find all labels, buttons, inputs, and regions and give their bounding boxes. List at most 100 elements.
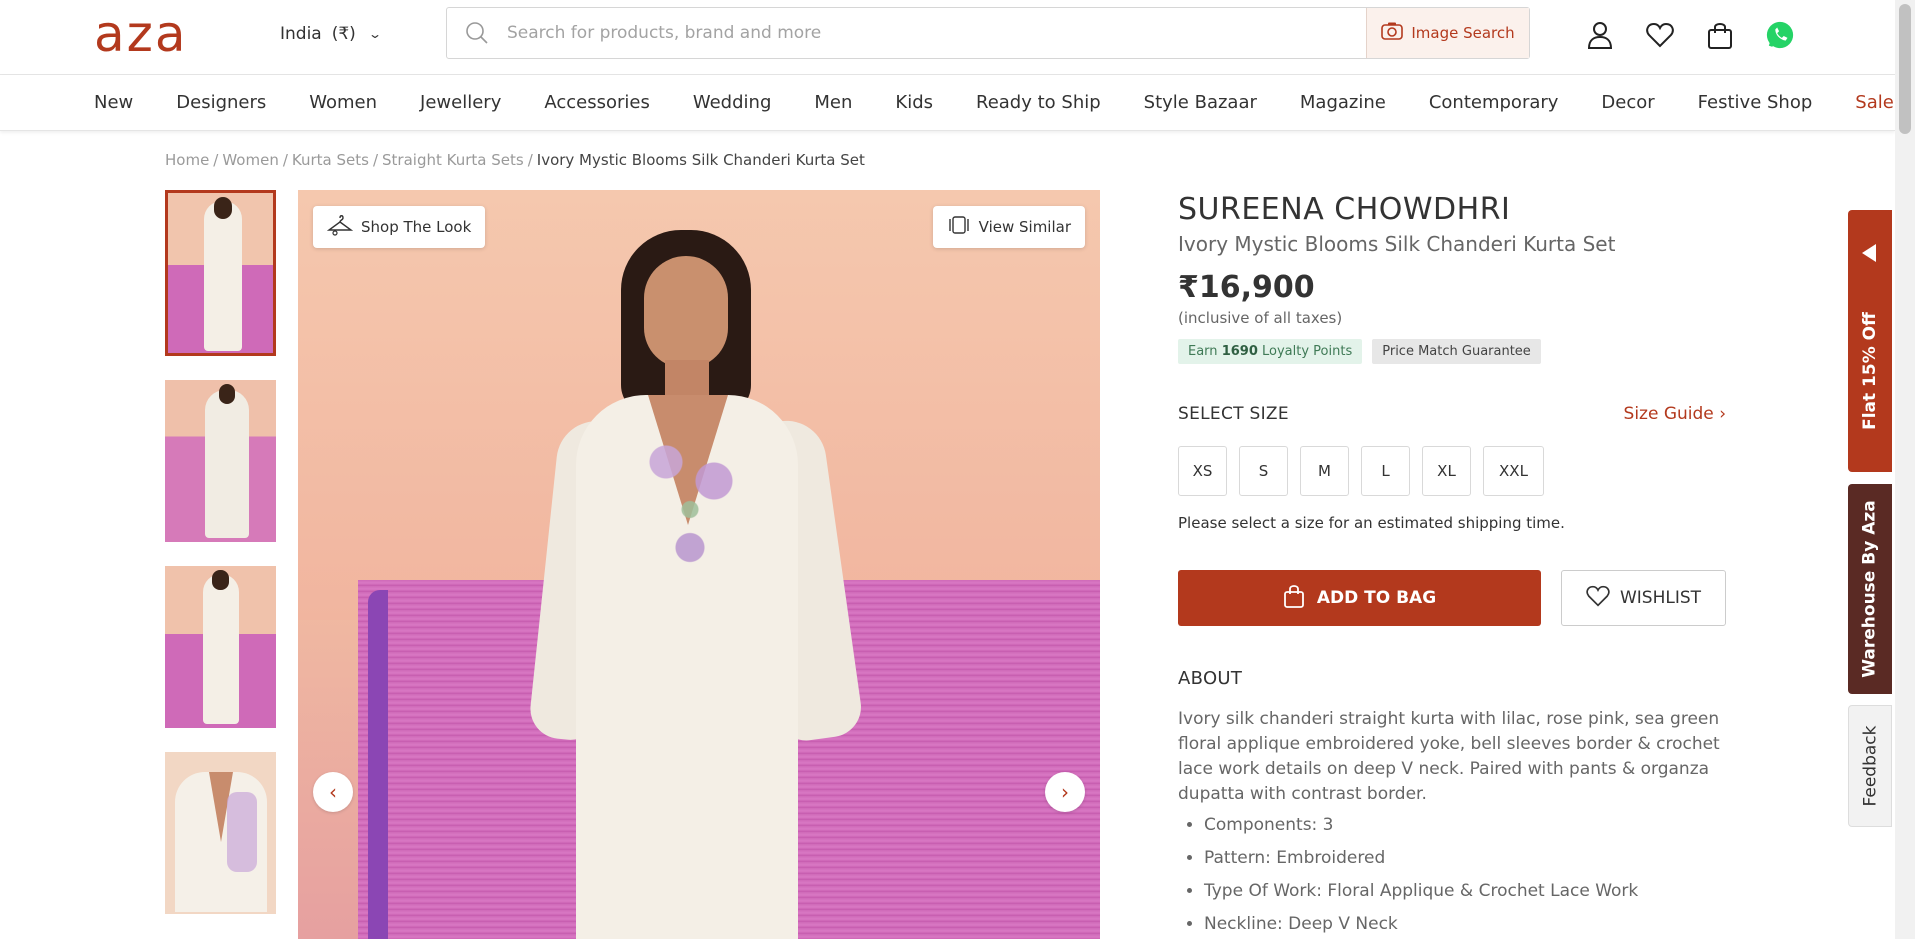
size-option-xs[interactable]: XS [1178, 446, 1227, 496]
product-main-image[interactable]: Shop The Look View Similar ‹ › [298, 190, 1100, 939]
loyalty-badge: Earn 1690 Loyalty Points [1178, 339, 1363, 364]
whatsapp-icon[interactable] [1765, 20, 1795, 50]
breadcrumb-kurta-sets[interactable]: Kurta Sets [292, 151, 369, 169]
spec-item: Type Of Work: Floral Applique & Crochet … [1204, 875, 1726, 908]
main-nav: New Designers Women Jewellery Accessorie… [0, 75, 1895, 131]
breadcrumb: Home / Women / Kurta Sets / Straight Kurta Set… [165, 151, 865, 169]
designer-name[interactable]: SUREENA CHOWDHRI [1178, 190, 1726, 230]
nav-item-designers[interactable]: Designers [176, 92, 266, 113]
bag-icon[interactable] [1705, 20, 1735, 50]
feedback-side-tab[interactable]: Feedback [1848, 705, 1892, 827]
heart-icon[interactable] [1645, 20, 1675, 50]
nav-item-festive-shop[interactable]: Festive Shop [1698, 92, 1813, 113]
product-price: ₹16,900 [1178, 270, 1315, 305]
page-scrollbar[interactable] [1895, 0, 1915, 939]
nav-item-men[interactable]: Men [814, 92, 852, 113]
breadcrumb-current: Ivory Mystic Blooms Silk Chanderi Kurta … [536, 151, 865, 169]
size-option-xxl[interactable]: XXL [1483, 446, 1544, 496]
header-icons [1585, 20, 1795, 50]
spec-list: Components: 3 Pattern: Embroidered Type … [1204, 809, 1726, 939]
shop-the-look-button[interactable]: Shop The Look [313, 206, 486, 248]
nav-item-magazine[interactable]: Magazine [1300, 92, 1386, 113]
thumbnail-3[interactable] [165, 566, 276, 728]
loyalty-points: 1690 [1221, 344, 1258, 359]
scrollbar-thumb[interactable] [1899, 4, 1911, 134]
size-guide-link[interactable]: Size Guide › [1624, 404, 1726, 424]
nav-item-decor[interactable]: Decor [1601, 92, 1654, 113]
image-search-button[interactable]: Image Search [1366, 8, 1529, 58]
product-info: SUREENA CHOWDHRI Ivory Mystic Blooms Sil… [1178, 190, 1726, 939]
loyalty-prefix: Earn [1188, 344, 1218, 359]
offer-side-tab[interactable]: Flat 15% Off [1848, 210, 1892, 472]
country-label: India [280, 24, 322, 44]
shop-the-look-label: Shop The Look [361, 218, 472, 236]
hanger-icon [326, 214, 354, 240]
size-options: XS S M L XL XXL [1178, 446, 1726, 496]
next-image-button[interactable]: › [1045, 772, 1085, 812]
image-search-label: Image Search [1411, 24, 1515, 42]
breadcrumb-straight-kurta-sets[interactable]: Straight Kurta Sets [382, 151, 524, 169]
wishlist-label: WISHLIST [1619, 588, 1702, 608]
taxes-note: (inclusive of all taxes) [1178, 309, 1343, 327]
prev-image-button[interactable]: ‹ [313, 772, 353, 812]
about-text: Ivory silk chanderi straight kurta with … [1178, 709, 1720, 804]
camera-icon [1381, 22, 1404, 44]
size-option-l[interactable]: L [1361, 446, 1410, 496]
nav-item-ready-to-ship[interactable]: Ready to Ship [976, 92, 1101, 113]
breadcrumb-home[interactable]: Home [165, 151, 209, 169]
search-icon [447, 21, 507, 45]
thumbnail-2[interactable] [165, 380, 276, 542]
breadcrumb-women[interactable]: Women [222, 151, 278, 169]
country-selector[interactable]: India (₹) ⌄ [280, 24, 382, 44]
thumbnail-4[interactable] [165, 752, 276, 914]
heart-icon [1586, 585, 1610, 612]
product-name: Ivory Mystic Blooms Silk Chanderi Kurta … [1178, 232, 1616, 256]
warehouse-tab-label: Warehouse By Aza [1860, 500, 1880, 678]
about-heading: ABOUT [1178, 668, 1243, 689]
spec-item: Components: 3 [1204, 809, 1726, 842]
nav-item-wedding[interactable]: Wedding [693, 92, 772, 113]
offer-tab-label: Flat 15% Off [1860, 312, 1881, 430]
thumbnail-list [165, 190, 276, 938]
warehouse-side-tab[interactable]: Warehouse By Aza [1848, 484, 1892, 694]
wishlist-button[interactable]: WISHLIST [1561, 570, 1726, 626]
feedback-tab-label: Feedback [1860, 725, 1880, 807]
shipping-note: Please select a size for an estimated sh… [1178, 514, 1565, 532]
bag-icon [1283, 584, 1305, 613]
nav-item-women[interactable]: Women [309, 92, 377, 113]
triangle-left-icon [1862, 244, 1876, 262]
search-input[interactable] [507, 8, 1366, 58]
chevron-down-icon: ⌄ [367, 27, 382, 41]
user-icon[interactable] [1585, 20, 1615, 50]
size-option-xl[interactable]: XL [1422, 446, 1471, 496]
nav-item-contemporary[interactable]: Contemporary [1429, 92, 1559, 113]
select-size-label: SELECT SIZE [1178, 404, 1289, 424]
badges: Earn 1690 Loyalty Points Price Match Gua… [1178, 339, 1726, 364]
loyalty-suffix: Loyalty Points [1262, 344, 1353, 359]
spec-item: Pattern: Embroidered [1204, 842, 1726, 875]
chevron-left-icon: ‹ [329, 780, 337, 804]
cards-icon [947, 216, 971, 238]
size-option-s[interactable]: S [1239, 446, 1288, 496]
nav-item-sale[interactable]: Sale [1855, 92, 1894, 113]
view-similar-label: View Similar [978, 218, 1071, 236]
nav-item-new[interactable]: New [94, 92, 133, 113]
nav-item-accessories[interactable]: Accessories [544, 92, 650, 113]
search-bar: Image Search [446, 7, 1530, 59]
nav-item-jewellery[interactable]: Jewellery [420, 92, 501, 113]
view-similar-button[interactable]: View Similar [932, 206, 1085, 248]
size-guide-label: Size Guide [1623, 404, 1714, 424]
chevron-right-icon: › [1719, 404, 1726, 424]
add-to-bag-label: ADD TO BAG [1316, 588, 1437, 608]
header: aza India (₹) ⌄ Image Search [0, 0, 1895, 75]
spec-item: Neckline: Deep V Neck [1204, 908, 1726, 939]
size-option-m[interactable]: M [1300, 446, 1349, 496]
price-match-badge[interactable]: Price Match Guarantee [1372, 339, 1541, 364]
add-to-bag-button[interactable]: ADD TO BAG [1178, 570, 1541, 626]
currency-label: (₹) [331, 24, 356, 44]
aza-logo[interactable]: aza [94, 8, 188, 60]
chevron-right-icon: › [1061, 780, 1069, 804]
nav-item-style-bazaar[interactable]: Style Bazaar [1144, 92, 1257, 113]
nav-item-kids[interactable]: Kids [895, 92, 933, 113]
thumbnail-1[interactable] [165, 190, 276, 356]
